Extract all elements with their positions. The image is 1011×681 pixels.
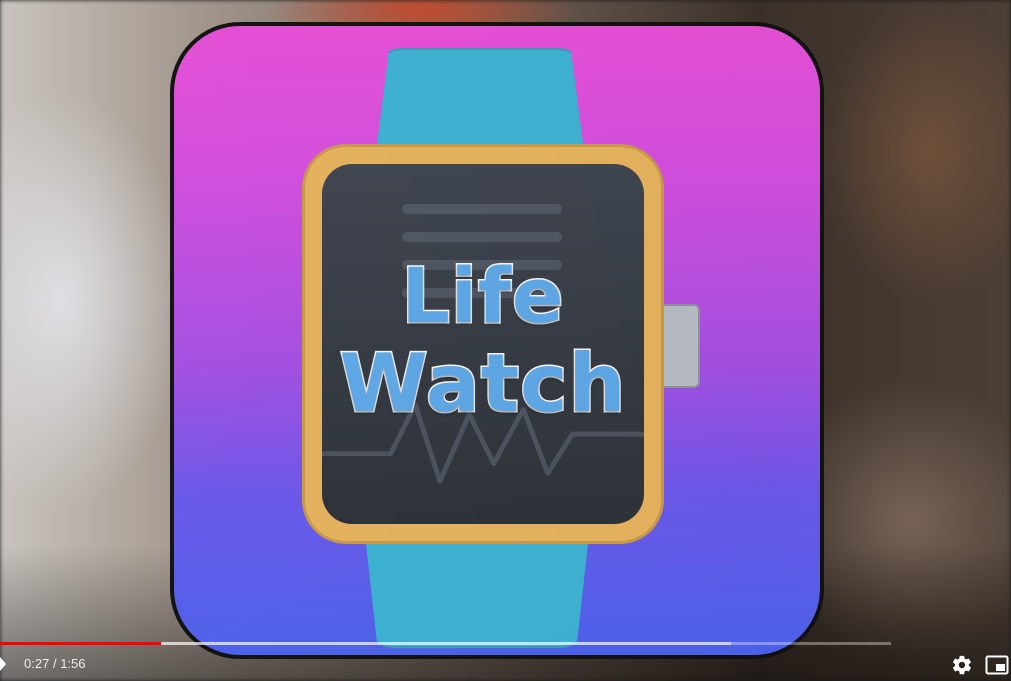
watch-screen: Life Watch (322, 164, 644, 524)
time-display: 0:27 / 1:56 (24, 656, 86, 672)
gear-icon[interactable] (951, 654, 973, 676)
time-separator: / (52, 656, 57, 671)
video-player[interactable]: Life Watch 0:27 / 1:56 (0, 0, 1011, 681)
watch-crown (658, 304, 700, 388)
duration: 1:56 (60, 656, 86, 671)
progress-played (0, 642, 162, 645)
progress-bar[interactable] (0, 642, 891, 645)
logo-text-life: Life (400, 251, 565, 340)
watch-band-bottom (364, 526, 590, 648)
current-time: 0:27 (24, 656, 50, 671)
life-watch-app-icon: Life Watch (170, 22, 824, 659)
logo-text-watch: Watch (338, 337, 627, 430)
player-controls: 0:27 / 1:56 (0, 648, 1011, 681)
watch-case: Life Watch (302, 144, 664, 544)
miniplayer-icon[interactable] (985, 654, 1009, 676)
play-icon[interactable] (0, 657, 10, 671)
